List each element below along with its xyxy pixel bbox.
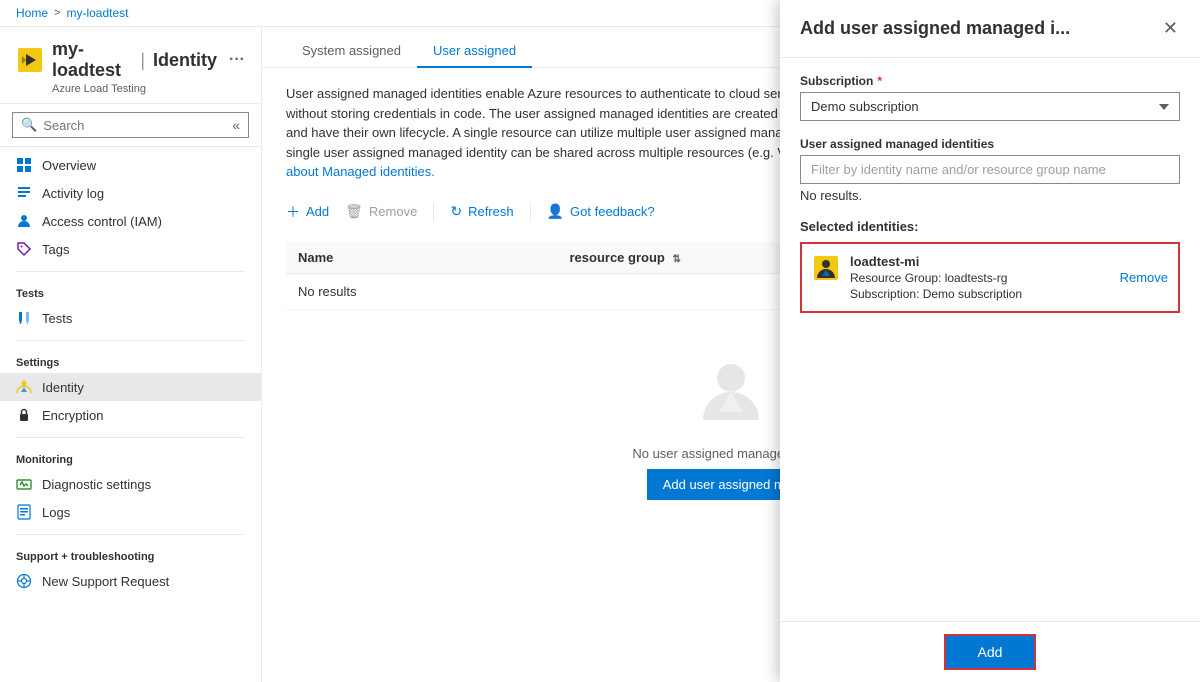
sort-icon: ⇅ (672, 254, 680, 265)
col-name[interactable]: Name (286, 242, 557, 274)
ellipsis-menu[interactable]: ··· (229, 51, 245, 69)
logs-icon (16, 504, 32, 520)
selected-identity-card: loadtest-mi Resource Group: loadtests-rg… (800, 242, 1180, 313)
support-icon (16, 573, 32, 589)
sidebar-item-activity-log[interactable]: Activity log (0, 179, 261, 207)
tab-system-assigned[interactable]: System assigned (286, 35, 417, 68)
lock-icon (16, 407, 32, 423)
nav-settings: Settings Identity Encryption (0, 345, 261, 433)
breadcrumb-home[interactable]: Home (16, 6, 48, 20)
sidebar-item-label-tests: Tests (42, 311, 72, 326)
sidebar-item-identity[interactable]: Identity (0, 373, 261, 401)
remove-button[interactable]: 🗑 Remove (345, 199, 417, 224)
resource-name: my-loadtest (52, 39, 132, 81)
search-container: 🔍 « (0, 104, 261, 147)
panel-title: Add user assigned managed i... (800, 18, 1070, 39)
activity-log-icon (16, 185, 32, 201)
resource-icon (16, 46, 44, 74)
nav-divider-4 (16, 534, 245, 535)
collapse-button[interactable]: « (232, 117, 240, 133)
sidebar-item-label-encryption: Encryption (42, 408, 103, 423)
got-feedback-button[interactable]: 👤 Got feedback? (547, 199, 655, 224)
grid-icon (16, 157, 32, 173)
diagnostic-icon (16, 476, 32, 492)
nav-divider-2 (16, 340, 245, 341)
sidebar-item-logs[interactable]: Logs (0, 498, 261, 526)
identity-sub: Subscription: Demo subscription (850, 287, 1110, 301)
subscription-label: Subscription * (800, 74, 1180, 88)
feedback-icon: 👤 (547, 203, 564, 220)
filter-label: User assigned managed identities (800, 137, 1180, 151)
sidebar-item-label-new-support: New Support Request (42, 574, 169, 589)
panel-close-button[interactable]: ✕ (1161, 16, 1180, 41)
identity-name: loadtest-mi (850, 254, 1110, 269)
side-panel: Add user assigned managed i... ✕ Subscri… (780, 0, 1200, 682)
identity-rg: Resource Group: loadtests-rg (850, 271, 1110, 285)
breadcrumb-resource[interactable]: my-loadtest (66, 6, 128, 20)
search-input[interactable] (43, 118, 226, 133)
nav-monitoring: Monitoring Diagnostic settings Logs (0, 442, 261, 530)
sidebar-item-overview[interactable]: Overview (0, 151, 261, 179)
search-box[interactable]: 🔍 « (12, 112, 249, 138)
sidebar-item-label-diagnostic: Diagnostic settings (42, 477, 151, 492)
sidebar-item-label-tags: Tags (42, 242, 69, 257)
sidebar-item-diagnostic[interactable]: Diagnostic settings (0, 470, 261, 498)
section-label-support: Support + troubleshooting (0, 543, 261, 567)
nav-tests: Tests Tests (0, 276, 261, 336)
person-icon (16, 213, 32, 229)
sidebar-item-access-control[interactable]: Access control (IAM) (0, 207, 261, 235)
tests-icon (16, 310, 32, 326)
panel-header: Add user assigned managed i... ✕ (780, 0, 1200, 58)
resource-subtitle: Azure Load Testing (52, 83, 245, 95)
resource-title-sep: | (140, 50, 145, 71)
sidebar-item-label-activity: Activity log (42, 186, 104, 201)
section-label-monitoring: Monitoring (0, 446, 261, 470)
sidebar-item-label-overview: Overview (42, 158, 96, 173)
add-button[interactable]: ＋ Add (286, 198, 329, 226)
nav-divider-3 (16, 437, 245, 438)
toolbar-divider-2 (530, 202, 531, 222)
panel-footer: Add (780, 621, 1200, 682)
panel-add-button[interactable]: Add (944, 634, 1037, 670)
sidebar-item-label-identity: Identity (42, 380, 84, 395)
resource-title-row: my-loadtest | Identity ··· (16, 39, 245, 81)
sidebar: my-loadtest | Identity ··· Azure Load Te… (0, 27, 262, 682)
sidebar-item-label-logs: Logs (42, 505, 70, 520)
watermark-icon (691, 350, 771, 430)
section-label-tests: Tests (0, 280, 261, 304)
sidebar-item-tags[interactable]: Tags (0, 235, 261, 263)
subscription-field: Subscription * Demo subscription (800, 74, 1180, 121)
nav-divider-1 (16, 271, 245, 272)
identity-resource-icon (812, 254, 840, 282)
search-icon: 🔍 (21, 117, 37, 133)
breadcrumb-sep: > (54, 7, 60, 19)
refresh-button[interactable]: ↻ Refresh (450, 199, 513, 224)
identity-details: loadtest-mi Resource Group: loadtests-rg… (850, 254, 1110, 301)
sidebar-item-label-iam: Access control (IAM) (42, 214, 162, 229)
nav-top: Overview Activity log Access control (IA… (0, 147, 261, 267)
resource-section-label: Identity (153, 50, 217, 71)
nav-support: Support + troubleshooting New Support Re… (0, 539, 261, 599)
sidebar-item-tests[interactable]: Tests (0, 304, 261, 332)
tag-icon (16, 241, 32, 257)
required-star: * (877, 74, 882, 88)
filter-input[interactable] (800, 155, 1180, 184)
sidebar-item-new-support[interactable]: New Support Request (0, 567, 261, 595)
trash-icon: 🗑 (345, 203, 363, 220)
sidebar-header: my-loadtest | Identity ··· Azure Load Te… (0, 27, 261, 104)
refresh-icon: ↻ (450, 203, 462, 220)
toolbar-divider-1 (433, 202, 434, 222)
section-label-settings: Settings (0, 349, 261, 373)
filter-no-results: No results. (800, 188, 1180, 203)
sidebar-item-encryption[interactable]: Encryption (0, 401, 261, 429)
panel-body: Subscription * Demo subscription User as… (780, 58, 1200, 621)
identity-icon (16, 379, 32, 395)
subscription-select[interactable]: Demo subscription (800, 92, 1180, 121)
filter-field: User assigned managed identities No resu… (800, 137, 1180, 203)
selected-label: Selected identities: (800, 219, 1180, 234)
add-icon: ＋ (286, 202, 300, 222)
identity-remove-button[interactable]: Remove (1120, 270, 1168, 285)
tab-user-assigned[interactable]: User assigned (417, 35, 532, 68)
